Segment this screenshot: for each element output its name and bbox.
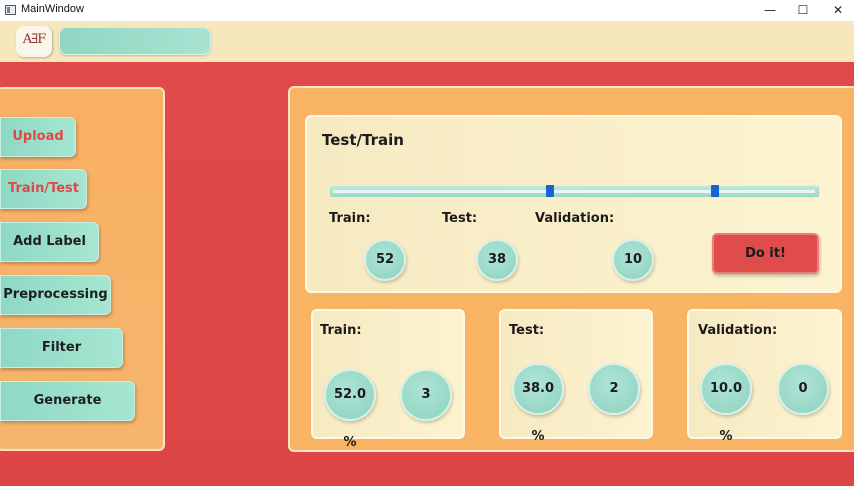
minimize-button[interactable]: — [753, 0, 787, 21]
validation-result-label: Validation: [698, 323, 778, 338]
sidebar-item-preprocessing[interactable]: Preprocessing [0, 275, 111, 315]
train-result-label: Train: [320, 323, 362, 338]
slider-groove [333, 190, 815, 193]
window-title: MainWindow [21, 3, 84, 15]
sidebar-item-generate[interactable]: Generate [0, 381, 135, 421]
validation-label: Validation: [535, 211, 615, 226]
top-text-field[interactable] [59, 27, 211, 55]
maximize-button[interactable]: ☐ [786, 0, 820, 21]
train-label: Train: [329, 211, 371, 226]
split-title: Test/Train [322, 131, 404, 149]
sidebar-item-train-test[interactable]: Train/Test [0, 169, 87, 209]
title-bar: MainWindow — ☐ ✕ [0, 0, 854, 21]
validation-result-percent: 10.0 % [700, 363, 752, 444]
slider-handle-train[interactable] [546, 185, 554, 197]
test-label: Test: [442, 211, 478, 226]
app-logo[interactable]: A∃F [16, 26, 52, 57]
train-result-count: 3 [400, 369, 452, 421]
app-window-icon [5, 5, 16, 15]
sidebar-item-filter[interactable]: Filter [0, 328, 123, 368]
sidebar-item-upload[interactable]: Upload [0, 117, 76, 157]
slider-handle-test[interactable] [711, 185, 719, 197]
close-button[interactable]: ✕ [821, 0, 854, 21]
logo-icon: A∃F [22, 32, 46, 47]
train-result-percent: 52.0 % [324, 369, 376, 450]
validation-percent-value: 10 [612, 239, 654, 281]
test-result-percent: 38.0 % [512, 363, 564, 444]
sidebar-item-add-label[interactable]: Add Label [0, 222, 99, 262]
test-result-count: 2 [588, 363, 640, 415]
top-toolbar: A∃F [0, 21, 854, 62]
test-result-label: Test: [509, 323, 545, 338]
test-percent-value: 38 [476, 239, 518, 281]
validation-result-count: 0 [777, 363, 829, 415]
do-it-button[interactable]: Do it! [712, 233, 819, 274]
train-percent-value: 52 [364, 239, 406, 281]
